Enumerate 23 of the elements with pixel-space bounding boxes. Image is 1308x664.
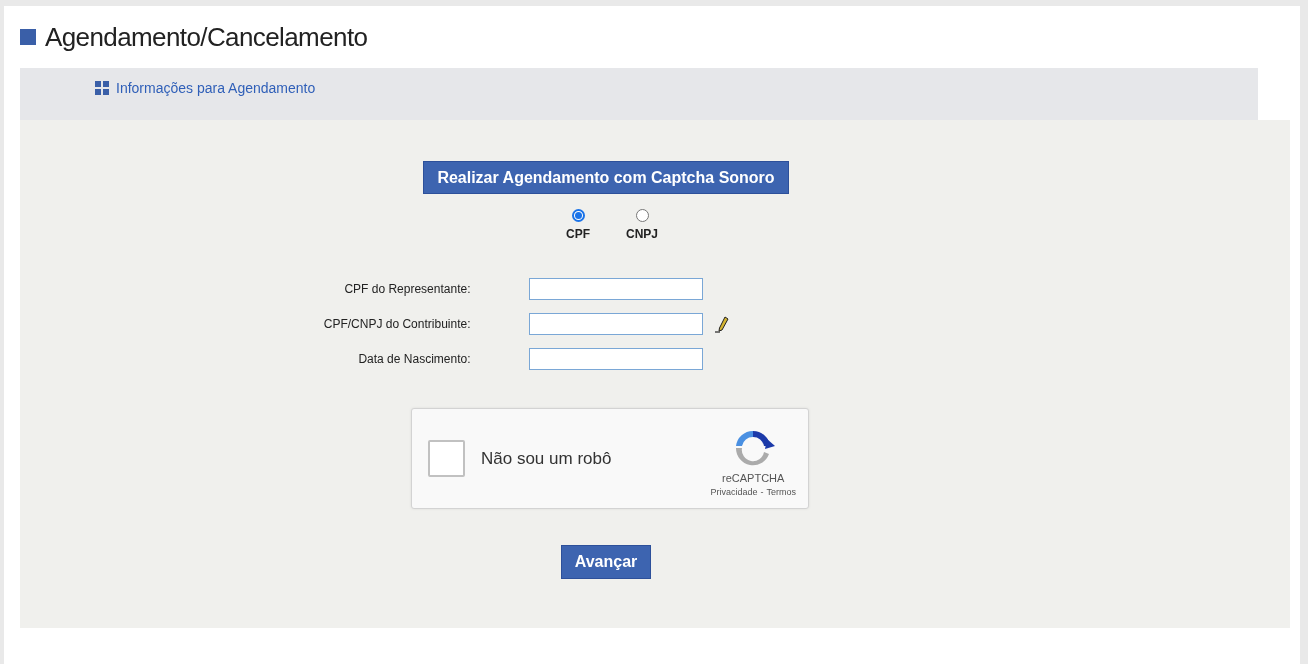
captcha-label: Não sou um robô — [481, 448, 613, 469]
next-button[interactable]: Avançar — [560, 545, 652, 579]
field-label: Data de Nascimento: — [357, 352, 472, 366]
grid-icon — [95, 81, 109, 95]
audio-captcha-button[interactable]: Realizar Agendamento com Captcha Sonoro — [423, 161, 789, 194]
radio-button[interactable] — [635, 209, 649, 222]
input-field[interactable] — [528, 278, 703, 300]
radio-label: CPF — [566, 227, 590, 241]
field-label: CPF/CNPJ do Contribuinte: — [322, 317, 472, 331]
field-label: CPF do Representante: — [343, 282, 472, 296]
captcha-brand: reCAPTCHA — [722, 471, 785, 484]
captcha-checkbox[interactable] — [428, 440, 465, 477]
radio-label: CNPJ — [626, 227, 658, 241]
privacy-link[interactable]: Privacidade — [710, 486, 758, 497]
input-field[interactable] — [528, 348, 703, 370]
terms-link[interactable]: Termos — [766, 486, 796, 497]
page-title: Agendamento/Cancelamento — [45, 21, 368, 53]
pencil-icon[interactable] — [714, 315, 731, 333]
info-link[interactable]: Informações para Agendamento — [116, 80, 316, 96]
input-field[interactable] — [528, 313, 703, 335]
title-square-icon — [20, 29, 36, 45]
radio-button[interactable] — [571, 209, 585, 222]
link-separator: - — [760, 486, 764, 497]
